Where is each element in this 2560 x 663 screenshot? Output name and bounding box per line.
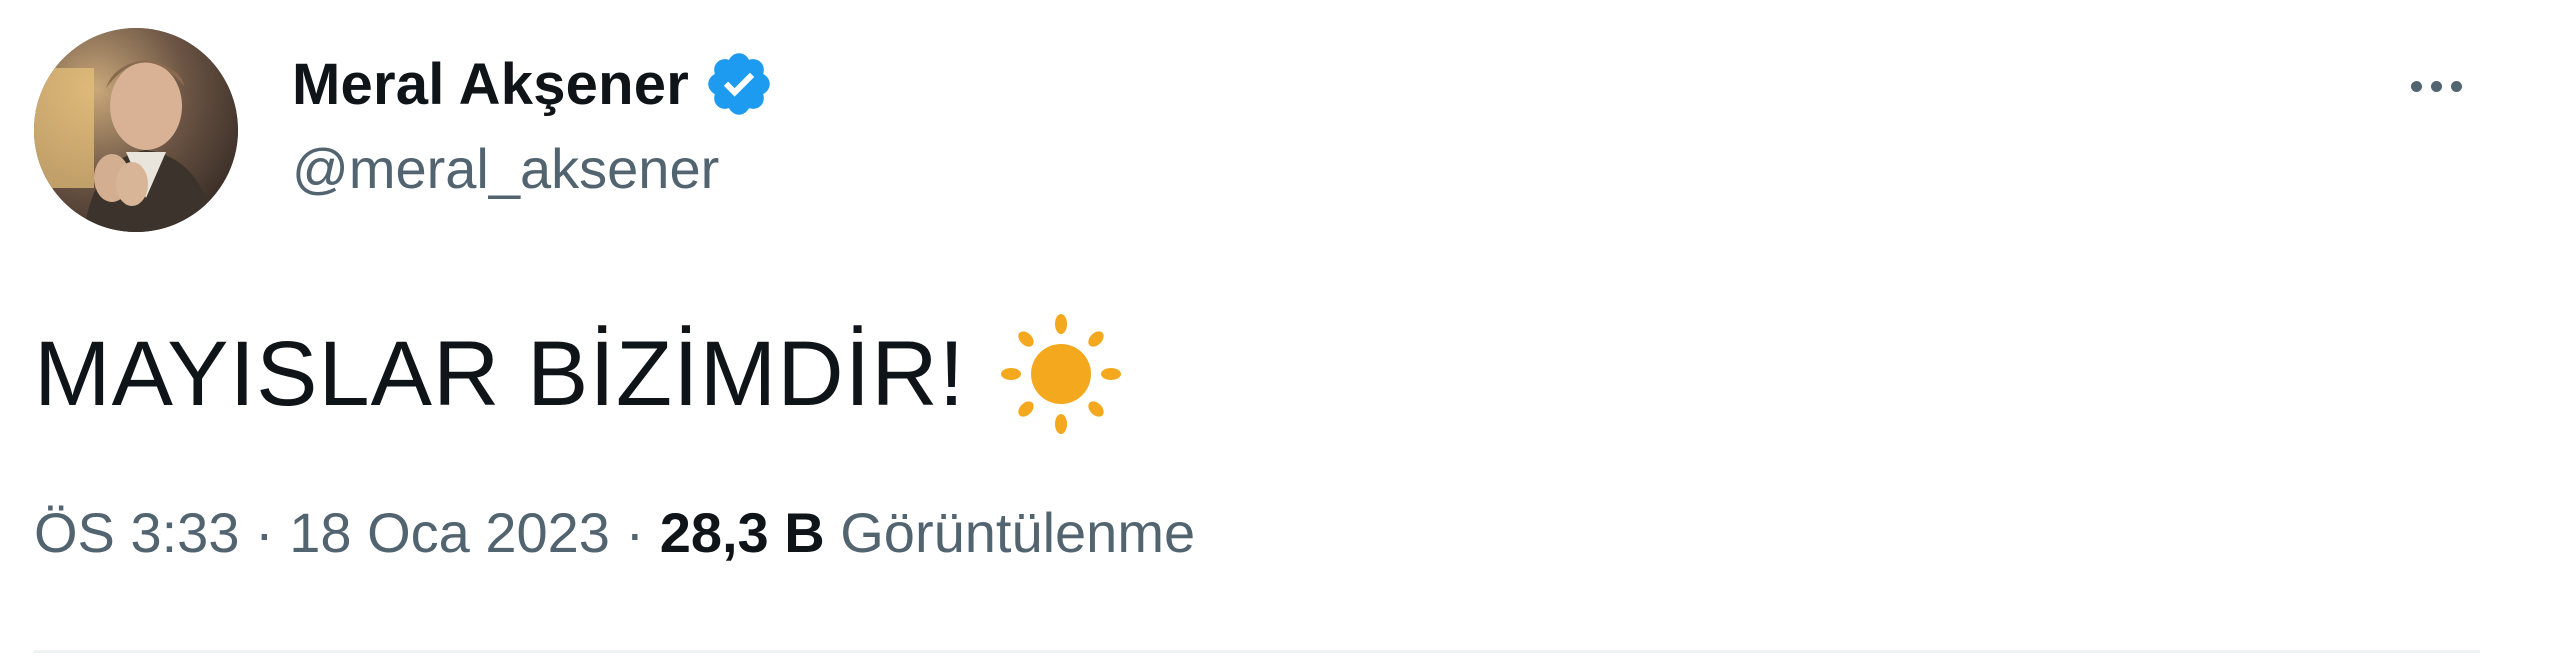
more-dot [2450, 80, 2462, 92]
views-label: Görüntülenme [840, 501, 1196, 564]
meta-separator: · [239, 501, 290, 564]
divider [34, 650, 2480, 653]
author-handle[interactable]: @meral_aksener [292, 136, 719, 201]
avatar[interactable] [34, 28, 238, 232]
more-dot [2410, 80, 2422, 92]
more-dot [2430, 80, 2442, 92]
more-options-icon[interactable] [2396, 56, 2476, 116]
tweet-card: Meral Akşener @meral_aksener MAYISLAR Bİ… [0, 0, 2560, 663]
views-count: 28,3 B [659, 501, 825, 564]
sun-icon [1001, 314, 1122, 434]
tweet-text-row: MAYISLAR BİZİMDİR! [34, 310, 1125, 438]
verified-badge-icon[interactable] [703, 48, 775, 120]
tweet-time[interactable]: ÖS 3:33 [34, 500, 239, 565]
meta-separator: · [609, 501, 660, 564]
tweet-meta: ÖS 3:33 · 18 Oca 2023 · 28,3 B Görüntüle… [34, 500, 1195, 565]
tweet-text: MAYISLAR BİZİMDİR! [34, 322, 966, 425]
tweet-date[interactable]: 18 Oca 2023 [289, 500, 610, 565]
author-name-row: Meral Akşener [292, 44, 775, 124]
author-display-name[interactable]: Meral Akşener [292, 51, 689, 118]
avatar-photo [34, 28, 238, 232]
meta-space [825, 500, 841, 565]
